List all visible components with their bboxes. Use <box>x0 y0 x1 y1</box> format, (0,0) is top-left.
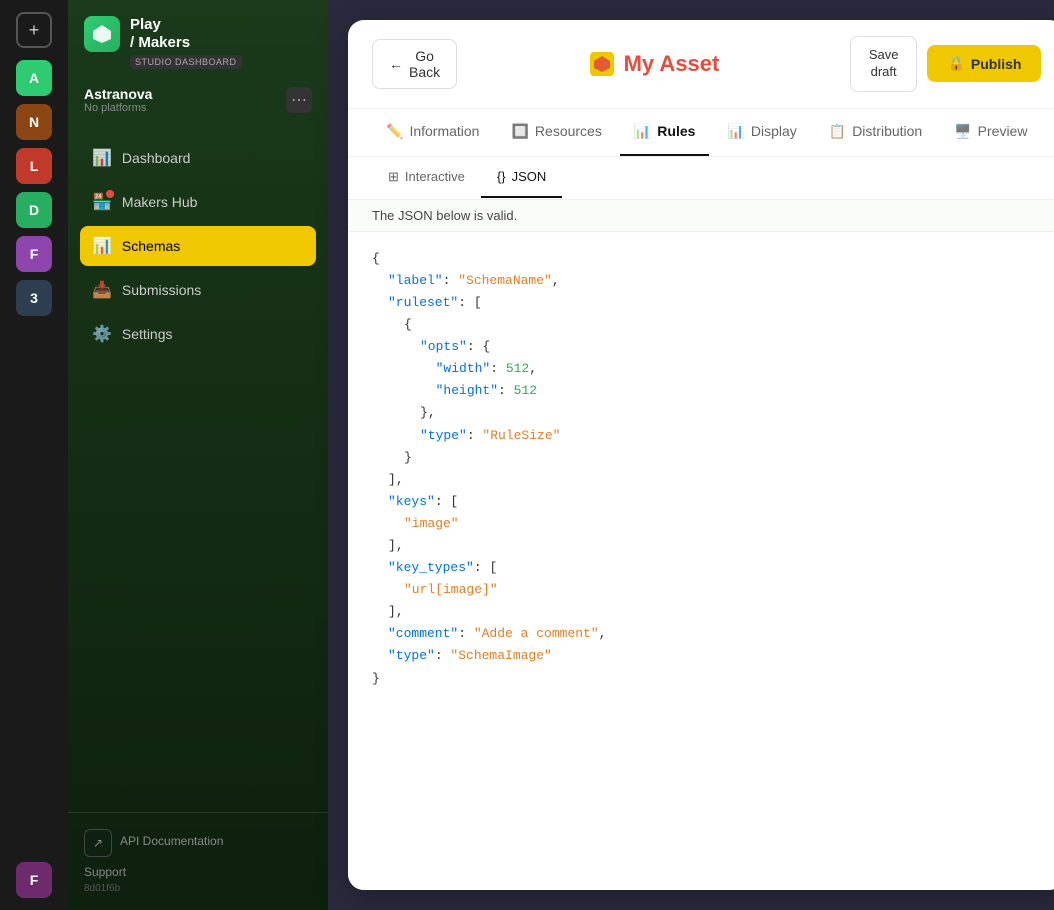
card-header: ← GoBack My Asset Savedraft 🔒 Publish <box>348 20 1054 109</box>
api-doc-link[interactable]: API Documentation <box>120 834 223 848</box>
sub-tab-interactive-label: Interactive <box>405 169 465 184</box>
tab-distribution[interactable]: 📋 Distribution <box>815 109 936 156</box>
publish-button[interactable]: 🔒 Publish <box>927 45 1041 82</box>
user-hash: 8d01f6b <box>84 883 312 894</box>
tab-rules[interactable]: 📊 Rules <box>620 109 710 156</box>
brand-badge: STUDIO DASHBOARD <box>130 55 242 69</box>
sidebar: Play/ Makers STUDIO DASHBOARD Astranova … <box>68 0 328 910</box>
avatar-f2[interactable]: F <box>16 862 52 898</box>
distribution-icon: 📋 <box>829 123 846 140</box>
sidebar-api-section: ↗ API Documentation <box>84 829 312 857</box>
api-icon: ↗ <box>84 829 112 857</box>
sidebar-brand: Play/ Makers STUDIO DASHBOARD <box>68 0 328 78</box>
sub-tab-json[interactable]: {} JSON <box>481 157 562 198</box>
interactive-icon: ⊞ <box>388 169 399 185</box>
schemas-icon: 📊 <box>92 236 112 256</box>
validity-message: The JSON below is valid. <box>372 208 517 223</box>
avatar-n[interactable]: N <box>16 104 52 140</box>
tab-display[interactable]: 📊 Display <box>713 109 810 156</box>
tab-preview-label: Preview <box>978 123 1028 139</box>
notification-badge <box>106 190 114 198</box>
header-actions: Savedraft 🔒 Publish <box>850 36 1042 92</box>
sidebar-item-schemas-label: Schemas <box>122 238 180 254</box>
avatar-l[interactable]: L <box>16 148 52 184</box>
asset-title: My Asset <box>588 50 720 78</box>
sub-tabs: ⊞ Interactive {} JSON <box>348 157 1054 200</box>
code-area[interactable]: { "label": "SchemaName", "ruleset": [ { … <box>348 232 1054 890</box>
sub-tab-interactive[interactable]: ⊞ Interactive <box>372 157 481 199</box>
save-draft-button[interactable]: Savedraft <box>850 36 918 92</box>
rules-icon: 📊 <box>634 123 651 140</box>
back-arrow-icon: ← <box>389 56 403 72</box>
sidebar-item-settings-label: Settings <box>122 326 173 342</box>
avatar-a[interactable]: A <box>16 60 52 96</box>
lock-icon: 🔒 <box>947 55 964 72</box>
display-icon: 📊 <box>727 123 744 140</box>
tab-display-label: Display <box>751 123 797 139</box>
back-label: GoBack <box>409 48 440 80</box>
avatar-3[interactable]: 3 <box>16 280 52 316</box>
support-link[interactable]: Support <box>84 865 312 879</box>
sidebar-item-makers-hub[interactable]: 🏪 Makers Hub <box>80 182 316 222</box>
brand-name: Play/ Makers <box>130 16 242 52</box>
avatar-f[interactable]: F <box>16 236 52 272</box>
sidebar-bottom: ↗ API Documentation Support 8d01f6b <box>68 812 328 910</box>
sidebar-subtitle: No platforms <box>84 102 152 114</box>
main-content: ← GoBack My Asset Savedraft 🔒 Publish <box>328 0 1054 910</box>
sidebar-username: Astranova <box>84 86 152 102</box>
avatar-d[interactable]: D <box>16 192 52 228</box>
preview-icon: 🖥️ <box>954 123 971 140</box>
tab-information[interactable]: ✏️ Information <box>372 109 493 156</box>
information-icon: ✏️ <box>386 123 403 140</box>
sidebar-item-dashboard[interactable]: 📊 Dashboard <box>80 138 316 178</box>
resources-icon: 🔲 <box>511 123 528 140</box>
card: ← GoBack My Asset Savedraft 🔒 Publish <box>348 20 1054 890</box>
publish-label: Publish <box>971 56 1022 72</box>
tab-rules-label: Rules <box>657 123 695 139</box>
sub-tab-json-label: JSON <box>512 169 547 184</box>
icon-bar: + A N L D F 3 F <box>0 0 68 910</box>
sidebar-item-schemas[interactable]: 📊 Schemas <box>80 226 316 266</box>
main-tabs: ✏️ Information 🔲 Resources 📊 Rules 📊 Dis… <box>348 109 1054 157</box>
asset-name: My Asset <box>624 51 720 77</box>
json-icon: {} <box>497 169 506 184</box>
tab-preview[interactable]: 🖥️ Preview <box>940 109 1041 156</box>
sidebar-item-submissions-label: Submissions <box>122 282 201 298</box>
sidebar-nav: 📊 Dashboard 🏪 Makers Hub 📊 Schemas 📥 Sub… <box>68 130 328 812</box>
sidebar-item-submissions[interactable]: 📥 Submissions <box>80 270 316 310</box>
submissions-icon: 📥 <box>92 280 112 300</box>
add-button[interactable]: + <box>16 12 52 48</box>
brand-logo <box>84 16 120 52</box>
validity-banner: The JSON below is valid. <box>348 200 1054 232</box>
tab-resources[interactable]: 🔲 Resources <box>497 109 615 156</box>
tab-information-label: Information <box>409 123 479 139</box>
tab-distribution-label: Distribution <box>852 123 922 139</box>
sidebar-item-makers-hub-label: Makers Hub <box>122 194 197 210</box>
sidebar-user: Astranova No platforms ⋯ <box>68 78 328 130</box>
back-button[interactable]: ← GoBack <box>372 39 457 89</box>
sidebar-menu-button[interactable]: ⋯ <box>286 87 312 113</box>
tab-resources-label: Resources <box>535 123 602 139</box>
dashboard-icon: 📊 <box>92 148 112 168</box>
sidebar-item-settings[interactable]: ⚙️ Settings <box>80 314 316 354</box>
settings-icon: ⚙️ <box>92 324 112 344</box>
asset-icon <box>588 50 616 78</box>
sidebar-item-dashboard-label: Dashboard <box>122 150 191 166</box>
